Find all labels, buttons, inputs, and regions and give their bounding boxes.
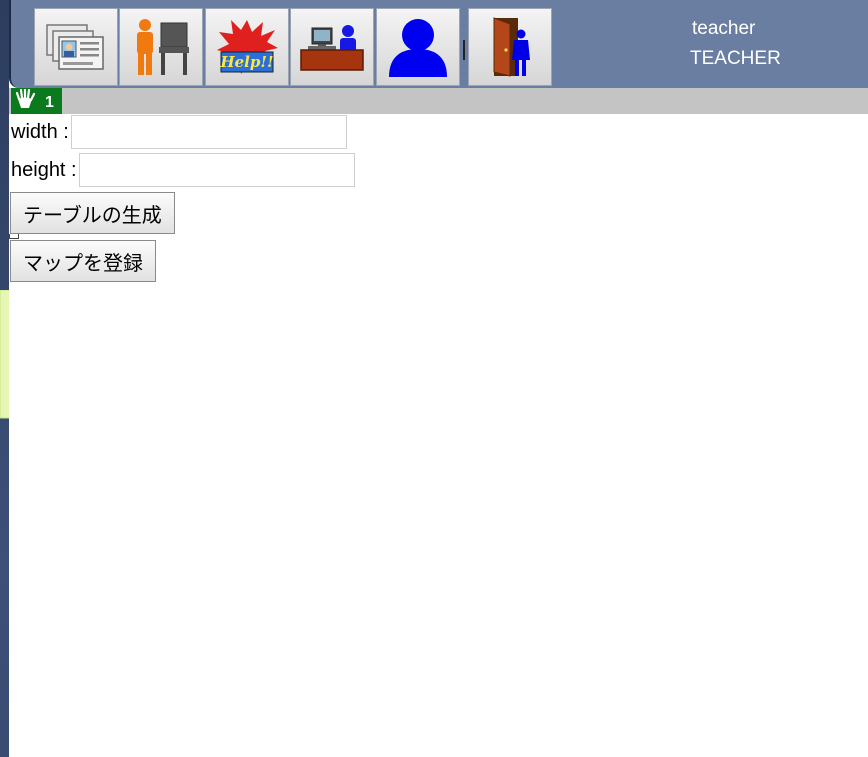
height-row: height : — [11, 153, 355, 187]
user-silhouette-icon — [389, 19, 447, 77]
help-button[interactable]: Help!! — [205, 8, 289, 86]
width-input[interactable] — [70, 115, 347, 149]
height-label: height : — [11, 158, 77, 181]
map-grid-placeholder — [9, 234, 19, 239]
raised-hand-icon — [15, 89, 36, 108]
raised-hand-badge[interactable]: 1 — [11, 88, 62, 114]
door-exit-icon — [493, 17, 530, 77]
toolbar-separator — [463, 40, 465, 60]
teacher-desk-button[interactable] — [290, 8, 374, 86]
seat-assign-button[interactable] — [119, 8, 203, 86]
status-strip: 1 — [9, 88, 868, 114]
user-name: teacher — [692, 18, 756, 39]
person-chair-icon — [137, 19, 189, 75]
raised-hand-count: 1 — [45, 94, 54, 111]
teacher-desk-icon — [300, 25, 364, 71]
generate-table-button[interactable]: テーブルの生成 — [10, 192, 175, 234]
help-burst-icon: Help!! — [217, 20, 278, 74]
width-label: width : — [11, 120, 69, 143]
width-row: width : — [11, 115, 347, 149]
student-cards-button[interactable] — [34, 8, 118, 86]
register-map-button[interactable]: マップを登録 — [10, 240, 156, 282]
user-role: TEACHER — [690, 48, 781, 69]
student-cards-icon — [46, 24, 104, 70]
svg-text:Help!!: Help!! — [219, 53, 273, 71]
app-window: Help!! teacher TEACHER 1 width: height … — [9, 0, 868, 757]
logout-button[interactable] — [468, 8, 552, 86]
user-info: teacher TEACHER — [571, 14, 861, 74]
main-toolbar: Help!! teacher TEACHER — [9, 0, 868, 88]
height-input[interactable] — [78, 153, 355, 187]
user-profile-button[interactable] — [376, 8, 460, 86]
